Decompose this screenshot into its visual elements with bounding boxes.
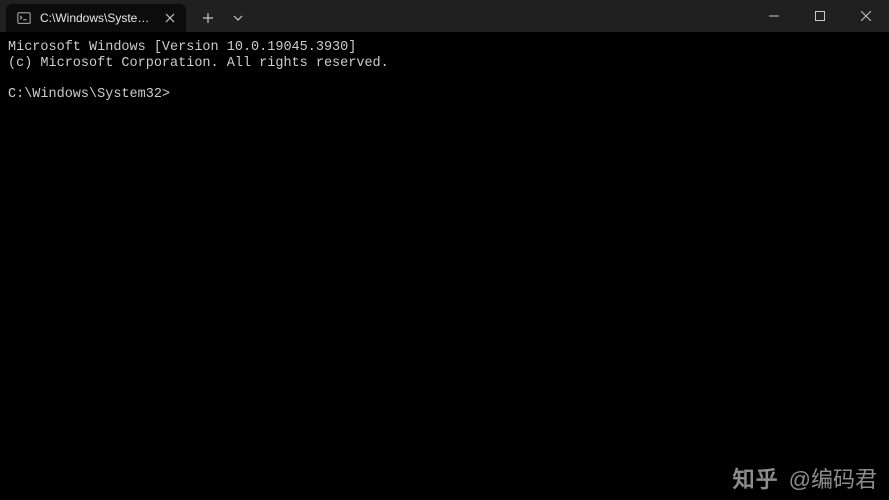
terminal-output[interactable]: Microsoft Windows [Version 10.0.19045.39… xyxy=(0,32,889,500)
window-controls xyxy=(751,0,889,32)
tabstrip-controls xyxy=(194,4,252,32)
titlebar: C:\Windows\System32\cmd.exe xyxy=(0,0,889,32)
tab-close-button[interactable] xyxy=(162,10,178,26)
cmd-icon xyxy=(16,10,32,26)
new-tab-button[interactable] xyxy=(194,6,222,30)
terminal-tab[interactable]: C:\Windows\System32\cmd.exe xyxy=(6,4,186,32)
maximize-button[interactable] xyxy=(797,0,843,32)
tab-title: C:\Windows\System32\cmd.exe xyxy=(40,11,154,25)
version-line: Microsoft Windows [Version 10.0.19045.39… xyxy=(8,40,356,55)
titlebar-drag-area[interactable] xyxy=(252,0,751,32)
copyright-line: (c) Microsoft Corporation. All rights re… xyxy=(8,56,389,71)
close-button[interactable] xyxy=(843,0,889,32)
minimize-button[interactable] xyxy=(751,0,797,32)
tab-dropdown-button[interactable] xyxy=(224,6,252,30)
prompt-line: C:\Windows\System32> xyxy=(8,87,170,102)
